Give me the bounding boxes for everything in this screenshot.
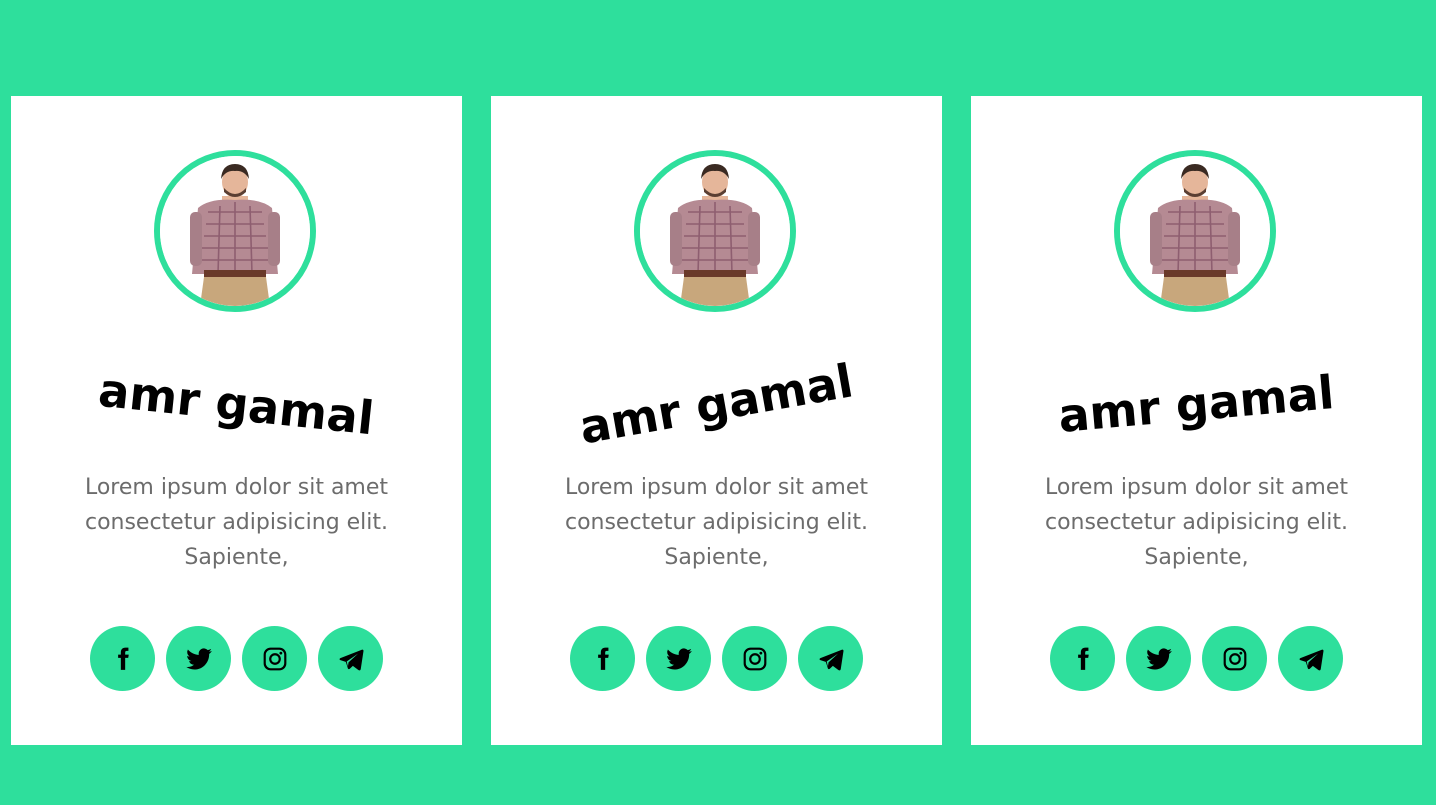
telegram-icon	[1299, 649, 1324, 670]
person-photo-icon	[1120, 156, 1270, 306]
person-photo-icon	[160, 156, 310, 306]
profile-card: amr gamal Lorem ipsum dolor sit amet con…	[971, 96, 1422, 745]
profile-card: amr gamal Lorem ipsum dolor sit amet con…	[11, 96, 462, 745]
facebook-icon	[597, 647, 609, 670]
instagram-icon	[743, 647, 766, 670]
twitter-button[interactable]	[1126, 626, 1191, 691]
avatar	[634, 150, 796, 312]
telegram-button[interactable]	[798, 626, 863, 691]
profile-card: amr gamal Lorem ipsum dolor sit amet con…	[491, 96, 942, 745]
profile-description: Lorem ipsum dolor sit amet consectetur a…	[84, 475, 389, 570]
twitter-button[interactable]	[646, 626, 711, 691]
profile-name: amr gamal	[1056, 365, 1337, 443]
social-links	[90, 626, 383, 691]
instagram-icon	[263, 647, 286, 670]
profile-description: Lorem ipsum dolor sit amet consectetur a…	[1044, 475, 1349, 570]
profile-name: amr gamal	[575, 353, 858, 455]
profile-description: Lorem ipsum dolor sit amet consectetur a…	[564, 475, 869, 570]
avatar	[154, 150, 316, 312]
instagram-button[interactable]	[242, 626, 307, 691]
twitter-icon	[665, 647, 692, 669]
facebook-button[interactable]	[90, 626, 155, 691]
telegram-icon	[819, 649, 844, 670]
social-links	[1050, 626, 1343, 691]
profile-name: amr gamal	[96, 362, 377, 446]
twitter-icon	[185, 647, 212, 669]
avatar	[1114, 150, 1276, 312]
facebook-icon	[117, 647, 129, 670]
facebook-button[interactable]	[1050, 626, 1115, 691]
social-links	[570, 626, 863, 691]
instagram-icon	[1223, 647, 1246, 670]
person-photo-icon	[640, 156, 790, 306]
instagram-button[interactable]	[1202, 626, 1267, 691]
telegram-icon	[339, 649, 364, 670]
telegram-button[interactable]	[1278, 626, 1343, 691]
facebook-button[interactable]	[570, 626, 635, 691]
instagram-button[interactable]	[722, 626, 787, 691]
twitter-icon	[1145, 647, 1172, 669]
twitter-button[interactable]	[166, 626, 231, 691]
telegram-button[interactable]	[318, 626, 383, 691]
facebook-icon	[1077, 647, 1089, 670]
